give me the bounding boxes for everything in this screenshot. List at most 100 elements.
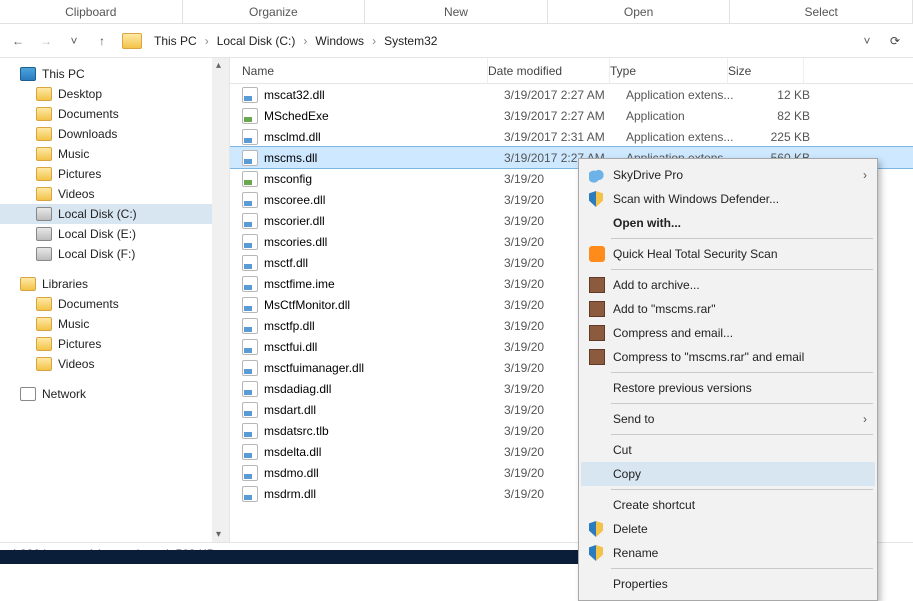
tree-item[interactable]: Local Disk (E:) xyxy=(0,224,229,244)
ctx-restore[interactable]: Restore previous versions xyxy=(581,376,875,400)
tree-libraries[interactable]: Libraries xyxy=(0,274,229,294)
tree-item[interactable]: Pictures xyxy=(0,334,229,354)
folder-icon xyxy=(122,33,142,49)
file-row[interactable]: msclmd.dll3/19/2017 2:31 AMApplication e… xyxy=(230,126,913,147)
navigation-pane: This PC DesktopDocumentsDownloadsMusicPi… xyxy=(0,58,230,542)
file-icon xyxy=(242,486,258,502)
file-icon xyxy=(242,423,258,439)
tree-item[interactable]: Downloads xyxy=(0,124,229,144)
tree-label: Music xyxy=(58,147,89,161)
file-name: mscat32.dll xyxy=(264,88,504,102)
crumb[interactable]: This PC xyxy=(150,32,201,50)
folder-icon xyxy=(36,127,52,141)
tree-item[interactable]: Documents xyxy=(0,294,229,314)
ctx-sendto[interactable]: Send to› xyxy=(581,407,875,431)
shield-icon xyxy=(589,545,603,561)
crumb[interactable]: Local Disk (C:) xyxy=(213,32,300,50)
ribbon-new[interactable]: New xyxy=(365,0,548,23)
tree-network[interactable]: Network xyxy=(0,384,229,404)
tree-item[interactable]: Local Disk (F:) xyxy=(0,244,229,264)
address-dropdown[interactable]: ˅ xyxy=(855,29,879,53)
tree-item[interactable]: Local Disk (C:) xyxy=(0,204,229,224)
file-date: 3/19/2017 2:27 AM xyxy=(504,109,626,123)
tree-item[interactable]: Music xyxy=(0,314,229,334)
crumb[interactable]: Windows xyxy=(311,32,368,50)
file-icon xyxy=(242,150,258,166)
ctx-emailrar[interactable]: Compress to "mscms.rar" and email xyxy=(581,345,875,369)
ribbon-select[interactable]: Select xyxy=(730,0,913,23)
file-row[interactable]: mscat32.dll3/19/2017 2:27 AMApplication … xyxy=(230,84,913,105)
up-button[interactable]: ↑ xyxy=(90,29,114,53)
col-type[interactable]: Type xyxy=(610,58,728,83)
file-type: Application extens... xyxy=(626,130,744,144)
file-row[interactable]: MSchedExe3/19/2017 2:27 AMApplication82 … xyxy=(230,105,913,126)
tree-item[interactable]: Documents xyxy=(0,104,229,124)
ribbon-clipboard[interactable]: Clipboard xyxy=(0,0,183,23)
ctx-skydrive[interactable]: SkyDrive Pro› xyxy=(581,163,875,187)
ribbon-organize[interactable]: Organize xyxy=(183,0,366,23)
back-button[interactable]: ← xyxy=(6,29,30,53)
chevron-right-icon: › xyxy=(863,412,867,426)
col-size[interactable]: Size xyxy=(728,58,804,83)
tree-label: Libraries xyxy=(42,277,88,291)
tree-label: Pictures xyxy=(58,167,101,181)
tree-this-pc[interactable]: This PC xyxy=(0,64,229,84)
sidebar-scrollbar[interactable] xyxy=(212,58,229,542)
rar-icon xyxy=(589,325,605,341)
cloud-icon xyxy=(589,167,605,183)
ctx-properties[interactable]: Properties xyxy=(581,572,875,596)
ctx-defender[interactable]: Scan with Windows Defender... xyxy=(581,187,875,211)
file-name: msdmo.dll xyxy=(264,466,504,480)
file-name: mscorier.dll xyxy=(264,214,504,228)
col-date[interactable]: Date modified xyxy=(488,58,610,83)
col-name[interactable]: Name xyxy=(230,58,488,83)
ctx-archive[interactable]: Add to archive... xyxy=(581,273,875,297)
ctx-delete[interactable]: Delete xyxy=(581,517,875,541)
breadcrumb[interactable]: This PC›Local Disk (C:)›Windows›System32 xyxy=(150,32,851,50)
ctx-cut[interactable]: Cut xyxy=(581,438,875,462)
file-size: 225 KB xyxy=(744,130,810,144)
ctx-shortcut[interactable]: Create shortcut xyxy=(581,493,875,517)
ctx-rename[interactable]: Rename xyxy=(581,541,875,565)
tree-label: Videos xyxy=(58,357,94,371)
file-date: 3/19/2017 2:27 AM xyxy=(504,88,626,102)
file-icon xyxy=(242,234,258,250)
drive-icon xyxy=(36,207,52,221)
tree-item[interactable]: Pictures xyxy=(0,164,229,184)
file-icon xyxy=(242,381,258,397)
recent-dropdown[interactable]: ˅ xyxy=(62,29,86,53)
ctx-copy[interactable]: Copy xyxy=(581,462,875,486)
rar-icon xyxy=(589,301,605,317)
file-icon xyxy=(242,192,258,208)
folder-icon xyxy=(36,337,52,351)
tree-label: Documents xyxy=(58,107,119,121)
file-name: MsCtfMonitor.dll xyxy=(264,298,504,312)
file-name: msctfuimanager.dll xyxy=(264,361,504,375)
ribbon: ClipboardOrganizeNewOpenSelect xyxy=(0,0,913,24)
file-icon xyxy=(242,213,258,229)
file-icon xyxy=(242,87,258,103)
tree-label: Local Disk (C:) xyxy=(58,207,137,221)
ribbon-open[interactable]: Open xyxy=(548,0,731,23)
tree-label: Desktop xyxy=(58,87,102,101)
tree-item[interactable]: Videos xyxy=(0,354,229,374)
file-name: MSchedExe xyxy=(264,109,504,123)
ctx-email[interactable]: Compress and email... xyxy=(581,321,875,345)
file-icon xyxy=(242,297,258,313)
tree-item[interactable]: Desktop xyxy=(0,84,229,104)
ctx-openwith[interactable]: Open with... xyxy=(581,211,875,235)
ctx-quickheal[interactable]: Quick Heal Total Security Scan xyxy=(581,242,875,266)
tree-item[interactable]: Videos xyxy=(0,184,229,204)
file-name: msdart.dll xyxy=(264,403,504,417)
file-icon xyxy=(242,360,258,376)
tree-label: Videos xyxy=(58,187,94,201)
crumb[interactable]: System32 xyxy=(380,32,441,50)
forward-button[interactable]: → xyxy=(34,29,58,53)
refresh-button[interactable]: ⟳ xyxy=(883,34,907,48)
tree-item[interactable]: Music xyxy=(0,144,229,164)
ctx-addrar[interactable]: Add to "mscms.rar" xyxy=(581,297,875,321)
file-name: mscms.dll xyxy=(264,151,504,165)
tree-label: Local Disk (F:) xyxy=(58,247,135,261)
file-name: msctfui.dll xyxy=(264,340,504,354)
rar-icon xyxy=(589,349,605,365)
